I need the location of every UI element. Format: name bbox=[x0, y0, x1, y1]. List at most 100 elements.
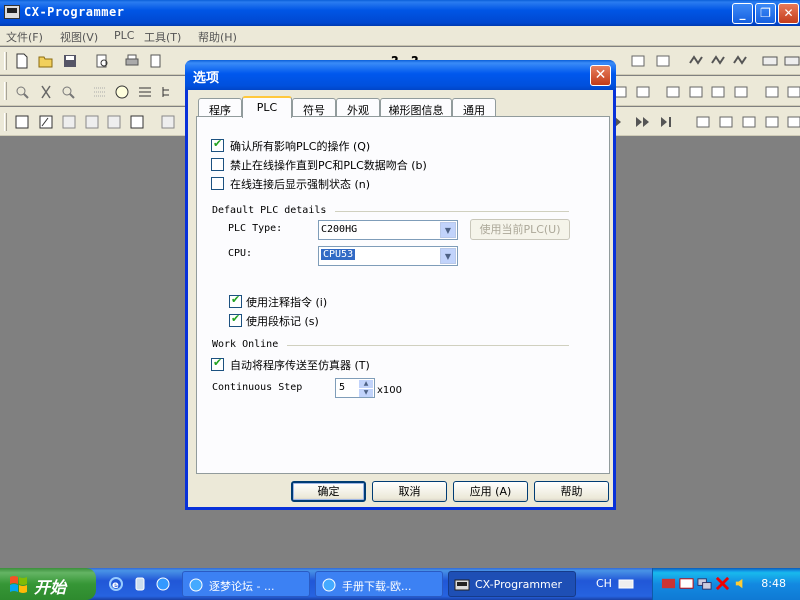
ok-button[interactable]: 确定 bbox=[291, 481, 366, 502]
print-preview-icon[interactable] bbox=[94, 53, 110, 69]
windows-flag-icon bbox=[10, 576, 27, 593]
monitor-icon[interactable] bbox=[114, 84, 130, 100]
dialog-close-button[interactable]: ✕ bbox=[590, 65, 611, 86]
toolbar-icon-n[interactable] bbox=[764, 84, 780, 100]
continuous-step-unit: x100 bbox=[377, 385, 403, 396]
tab-ladder-info[interactable]: 梯形图信息 bbox=[380, 98, 452, 117]
app-icon[interactable] bbox=[4, 5, 20, 19]
antivirus-icon[interactable] bbox=[715, 576, 730, 591]
grid-icon[interactable] bbox=[92, 84, 108, 100]
close-button[interactable]: ✕ bbox=[778, 3, 799, 24]
task-cx-programmer[interactable]: CX-Programmer bbox=[448, 571, 576, 597]
plc-type-select[interactable]: C200HG ▼ bbox=[318, 220, 458, 240]
toolbar-icon-q[interactable] bbox=[84, 114, 100, 130]
spin-up-icon[interactable]: ▲ bbox=[359, 380, 373, 388]
tab-plc[interactable]: PLC bbox=[242, 96, 292, 118]
continuous-step-spinner[interactable]: 5 ▲ ▼ bbox=[335, 378, 375, 398]
toolbar-grip[interactable] bbox=[4, 82, 7, 100]
toolbar-icon-d[interactable] bbox=[710, 53, 726, 69]
apply-button[interactable]: 应用 (A) bbox=[453, 481, 528, 502]
checkbox[interactable] bbox=[211, 137, 224, 152]
toolbar-icon-u[interactable] bbox=[718, 114, 734, 130]
toolbar-icon-e[interactable] bbox=[732, 53, 748, 69]
toolbar-icon-i[interactable] bbox=[635, 84, 651, 100]
tab-program[interactable]: 程序 bbox=[198, 98, 242, 117]
app-title-bar[interactable]: CX-Programmer _ ❐ ✕ bbox=[0, 0, 800, 26]
checkbox[interactable] bbox=[229, 293, 242, 308]
menu-file[interactable]: 文件(F) bbox=[6, 29, 43, 45]
toolbar-icon-t[interactable] bbox=[695, 114, 711, 130]
search-icon[interactable] bbox=[60, 84, 76, 100]
toolbar-icon-g[interactable] bbox=[784, 53, 800, 69]
menu-tools[interactable]: 工具(T) bbox=[144, 29, 181, 45]
group-title-work-online: Work Online bbox=[212, 339, 279, 350]
menu-help[interactable]: 帮助(H) bbox=[198, 29, 237, 45]
edit-icon[interactable] bbox=[38, 114, 54, 130]
toolbar-icon-r[interactable] bbox=[106, 114, 122, 130]
chevron-down-icon[interactable]: ▼ bbox=[440, 248, 456, 264]
toolbar-icon-o[interactable] bbox=[786, 84, 800, 100]
tab-symbols[interactable]: 符号 bbox=[292, 98, 336, 117]
window-icon[interactable] bbox=[14, 114, 30, 130]
toolbar-icon-s[interactable] bbox=[160, 114, 176, 130]
toolbar-grip[interactable] bbox=[4, 113, 7, 131]
help-button[interactable]: 帮助 bbox=[534, 481, 609, 502]
open-folder-icon[interactable] bbox=[38, 53, 54, 69]
task-label: 手册下载-欧... bbox=[342, 580, 412, 593]
toolbar-icon-p[interactable] bbox=[61, 114, 77, 130]
menu-plc[interactable]: PLC bbox=[114, 29, 134, 42]
task-manual-download[interactable]: 手册下载-欧... bbox=[315, 571, 443, 597]
properties-icon[interactable] bbox=[129, 114, 145, 130]
end-icon[interactable] bbox=[658, 114, 674, 130]
tab-appearance[interactable]: 外观 bbox=[336, 98, 380, 117]
menu-view[interactable]: 视图(V) bbox=[60, 29, 98, 45]
restore-button[interactable]: ❐ bbox=[755, 3, 776, 24]
toolbar-icon-f[interactable] bbox=[762, 53, 778, 69]
ie-icon[interactable]: e bbox=[108, 576, 124, 592]
checkbox[interactable] bbox=[229, 312, 242, 327]
dialog-title-bar[interactable]: 选项 ✕ bbox=[185, 60, 616, 90]
volume-icon[interactable] bbox=[733, 576, 748, 591]
tray-app-icon[interactable] bbox=[661, 576, 676, 591]
toolbar-icon-v[interactable] bbox=[741, 114, 757, 130]
new-file-icon[interactable] bbox=[14, 53, 30, 69]
cpu-select[interactable]: CPU53 ▼ bbox=[318, 246, 458, 266]
network-icon[interactable] bbox=[697, 576, 712, 591]
zoom-icon[interactable] bbox=[14, 84, 30, 100]
checkbox[interactable] bbox=[211, 158, 224, 171]
checkbox[interactable] bbox=[211, 356, 224, 371]
toolbar-icon-c[interactable] bbox=[688, 53, 704, 69]
media-icon[interactable] bbox=[132, 576, 148, 592]
toolbar-icon-x[interactable] bbox=[786, 114, 800, 130]
list-icon[interactable] bbox=[137, 84, 153, 100]
toolbar-icon-l[interactable] bbox=[710, 84, 726, 100]
tree-icon[interactable] bbox=[160, 84, 176, 100]
toolbar-icon-b[interactable] bbox=[655, 53, 671, 69]
print-icon[interactable] bbox=[124, 53, 140, 69]
start-button[interactable]: 开始 bbox=[0, 568, 96, 600]
browser-icon[interactable] bbox=[155, 576, 171, 592]
menu-bar: 文件(F) 视图(V) PLC 工具(T) 帮助(H) bbox=[0, 26, 800, 46]
find-icon[interactable] bbox=[148, 53, 164, 69]
toolbar-icon-m[interactable] bbox=[733, 84, 749, 100]
tab-general[interactable]: 通用 bbox=[452, 98, 496, 117]
cut-icon[interactable] bbox=[38, 84, 54, 100]
toolbar-icon-k[interactable] bbox=[688, 84, 704, 100]
tray-app-icon[interactable] bbox=[679, 576, 694, 591]
spin-down-icon[interactable]: ▼ bbox=[359, 389, 373, 397]
checkbox[interactable] bbox=[211, 177, 224, 190]
toolbar-grip[interactable] bbox=[4, 52, 7, 70]
keyboard-icon[interactable] bbox=[618, 576, 634, 592]
toolbar-icon-j[interactable] bbox=[665, 84, 681, 100]
minimize-button[interactable]: _ bbox=[732, 3, 753, 24]
use-current-plc-button[interactable]: 使用当前PLC(U) bbox=[470, 219, 570, 240]
cancel-button[interactable]: 取消 bbox=[372, 481, 447, 502]
taskbar: 开始 e 逐梦论坛 - ... 手册下载-欧... CX-Programmer … bbox=[0, 568, 800, 600]
task-forum[interactable]: 逐梦论坛 - ... bbox=[182, 571, 310, 597]
fast-forward-icon[interactable] bbox=[635, 114, 651, 130]
toolbar-icon-a[interactable] bbox=[630, 53, 646, 69]
toolbar-icon-w[interactable] bbox=[764, 114, 780, 130]
chevron-down-icon[interactable]: ▼ bbox=[440, 222, 456, 238]
save-icon[interactable] bbox=[62, 53, 78, 69]
language-indicator[interactable]: CH bbox=[596, 577, 612, 590]
